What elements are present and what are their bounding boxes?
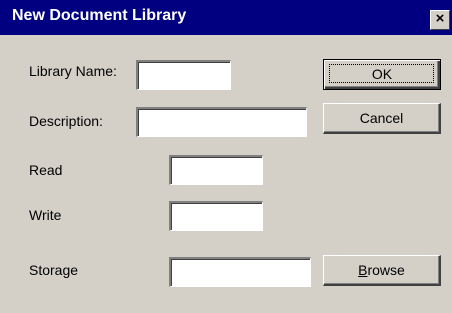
write-label: Write [29, 207, 62, 223]
write-field[interactable] [169, 201, 263, 231]
storage-field[interactable] [169, 257, 311, 287]
description-label: Description: [29, 113, 103, 129]
read-label: Read [29, 162, 63, 178]
close-button[interactable]: × [430, 10, 450, 30]
cancel-button-label: Cancel [359, 110, 404, 126]
read-field[interactable] [169, 155, 263, 185]
cancel-button[interactable]: Cancel [323, 103, 441, 134]
close-icon: × [435, 10, 445, 27]
browse-button-label: Browse [358, 262, 405, 278]
new-document-library-dialog: New Document Library × Library Name: Des… [0, 0, 452, 313]
browse-label-rest: rowse [367, 262, 405, 278]
description-field[interactable] [136, 107, 307, 137]
title-bar[interactable]: New Document Library × [0, 0, 452, 35]
ok-button[interactable]: OK [323, 59, 441, 90]
browse-button[interactable]: Browse [323, 255, 441, 286]
dialog-title: New Document Library [12, 7, 187, 24]
ok-button-label: OK [371, 66, 393, 82]
library-name-field[interactable] [136, 60, 231, 90]
library-name-label: Library Name: [29, 63, 117, 79]
storage-label: Storage [29, 262, 79, 278]
